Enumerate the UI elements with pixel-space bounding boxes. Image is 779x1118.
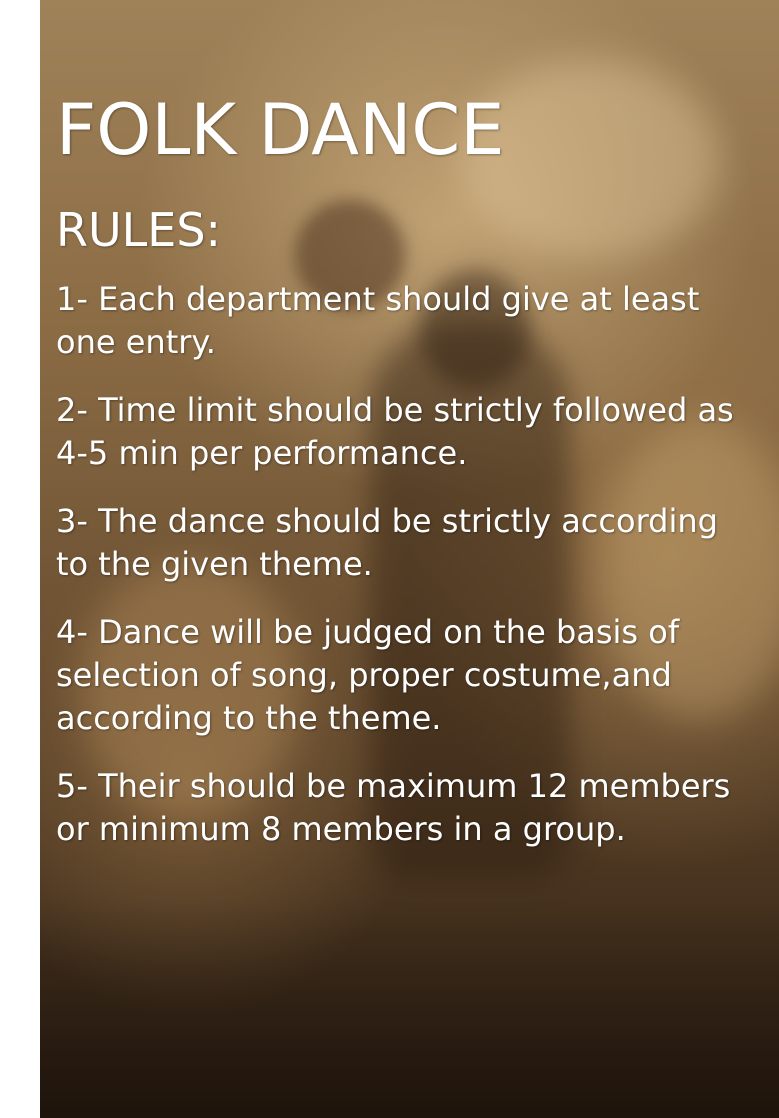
rule-item-2: 2- Time limit should be strictly followe… <box>56 391 734 472</box>
rule-item-3: 3- The dance should be strictly accordin… <box>56 502 718 583</box>
poster-content: FOLK DANCE RULES: 1- Each department sho… <box>56 88 756 876</box>
ground-shadow <box>40 898 779 1118</box>
rule-item-5: 5- Their should be maximum 12 members or… <box>56 767 731 848</box>
rule-item-4: 4- Dance will be judged on the basis of … <box>56 613 680 737</box>
rules-list: 1- Each department should give at least … <box>56 278 756 851</box>
poster-background: FOLK DANCE RULES: 1- Each department sho… <box>40 0 779 1118</box>
rule-item-1: 1- Each department should give at least … <box>56 280 700 361</box>
rules-heading: RULES: <box>56 203 222 257</box>
poster-title: FOLK DANCE <box>56 89 505 171</box>
